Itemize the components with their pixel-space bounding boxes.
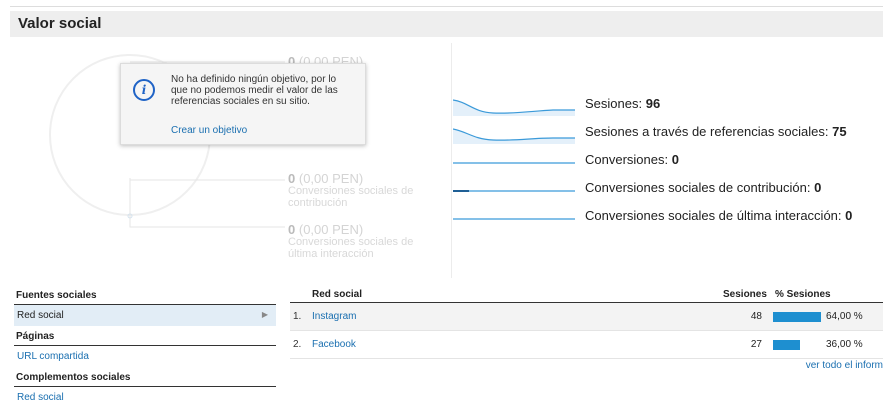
- nav-section-social-sources: Fuentes sociales: [14, 287, 276, 305]
- table-row: 1. Instagram 48 64,00 %: [290, 303, 883, 331]
- info-icon: i: [133, 79, 155, 101]
- table-row: 2. Facebook 27 36,00 %: [290, 331, 883, 359]
- vertical-divider: [451, 43, 452, 278]
- pct-bar: [773, 340, 800, 350]
- metric-conversions: Conversiones: 0: [453, 148, 883, 172]
- section-header: Valor social: [10, 11, 883, 37]
- chevron-right-icon: ▶: [261, 310, 268, 319]
- funnel-assisted: 0 (0,00 PEN) Conversiones sociales de co…: [288, 171, 414, 209]
- create-goal-link[interactable]: Crear un objetivo: [171, 125, 247, 136]
- metric-sessions: Sesiones: 96: [453, 92, 883, 116]
- col-sessions[interactable]: Sesiones: [723, 289, 767, 300]
- metric-assisted-conversions: Conversiones sociales de contribución: 0: [453, 176, 883, 200]
- nav-item-plugins-network[interactable]: Red social: [14, 387, 276, 408]
- nav-item-shared-url[interactable]: URL compartida: [14, 346, 276, 367]
- tooltip-message: No ha definido ningún objetivo, por lo q…: [171, 74, 338, 107]
- assisted-sparkline: [453, 190, 575, 192]
- social-network-table: Red social Sesiones % Sesiones 1. Instag…: [290, 287, 883, 359]
- no-goal-tooltip: i No ha definido ningún objetivo, por lo…: [120, 63, 366, 145]
- row-link-facebook[interactable]: Facebook: [312, 339, 356, 350]
- nav-item-social-network[interactable]: Red social ▶: [14, 305, 276, 326]
- pct-bar: [773, 312, 821, 322]
- nav-section-pages: Páginas: [14, 328, 276, 346]
- top-divider: [10, 6, 883, 7]
- col-pct-sessions[interactable]: % Sesiones: [775, 289, 831, 300]
- nav-section-social-plugins: Complementos sociales: [14, 369, 276, 387]
- report-nav: Fuentes sociales Red social ▶ Páginas URL…: [14, 287, 276, 408]
- row-link-instagram[interactable]: Instagram: [312, 311, 356, 322]
- social-sessions-sparkline: [453, 128, 575, 144]
- metric-social-sessions: Sesiones a través de referencias sociale…: [453, 120, 883, 144]
- metric-last-interaction: Conversiones sociales de última interacc…: [453, 204, 883, 228]
- page-title: Valor social: [18, 15, 102, 32]
- last-interaction-sparkline: [453, 218, 575, 220]
- view-full-report-link[interactable]: ver todo el inform: [806, 360, 883, 371]
- funnel-last: 0 (0,00 PEN) Conversiones sociales de úl…: [288, 222, 414, 260]
- table-header: Red social Sesiones % Sesiones: [290, 287, 883, 303]
- conversions-sparkline: [453, 162, 575, 164]
- col-network[interactable]: Red social: [312, 289, 362, 300]
- sessions-sparkline: [453, 99, 575, 116]
